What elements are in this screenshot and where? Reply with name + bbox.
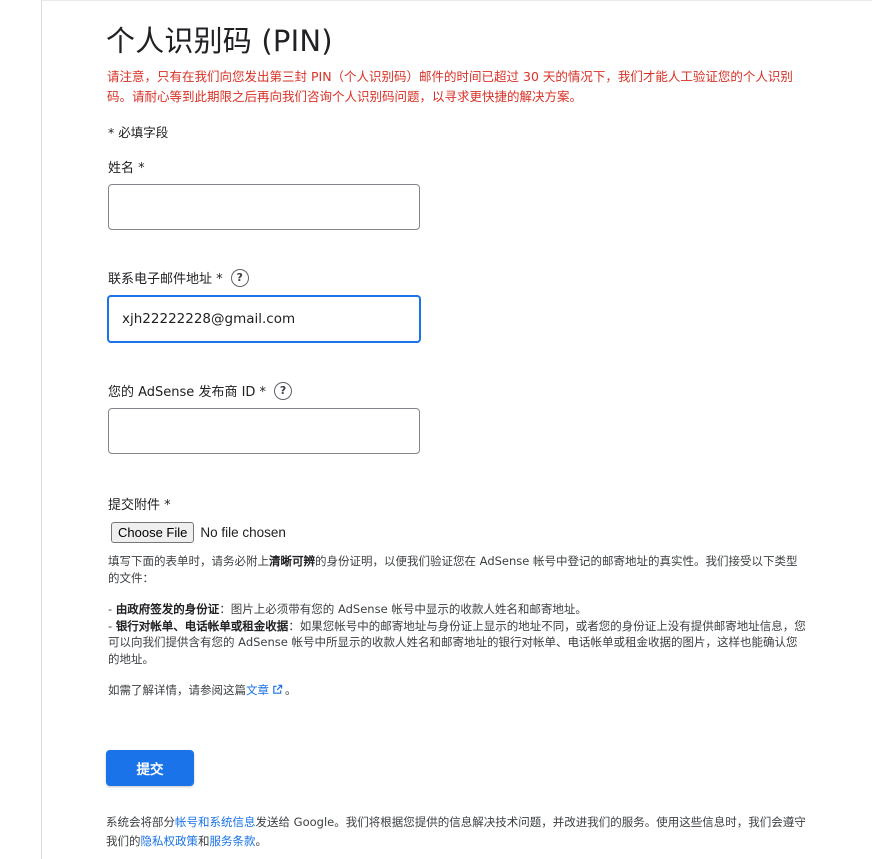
- file-picker: Choose File No file chosen: [111, 522, 286, 543]
- file-status: No file chosen: [200, 525, 286, 540]
- external-link-icon: [273, 684, 283, 694]
- email-label: 联系电子邮件地址 * ?: [108, 268, 249, 287]
- accepted-documents-list: - 由政府签发的身份证：图片上必须带有您的 AdSense 帐号中显示的收款人姓…: [108, 601, 808, 667]
- publisher-id-label: 您的 AdSense 发布商 ID * ?: [108, 381, 293, 400]
- terms-of-service-link[interactable]: 服务条款: [210, 834, 256, 848]
- email-input[interactable]: [107, 295, 421, 343]
- help-circle-icon[interactable]: ?: [274, 381, 293, 400]
- list-item-title: 由政府签发的身份证: [115, 602, 220, 616]
- list-item-text: ：图片上必须带有您的 AdSense 帐号中显示的收款人姓名和邮寄地址。: [219, 602, 587, 616]
- submit-button[interactable]: 提交: [106, 750, 194, 786]
- list-item-title: 银行对帐单、电话帐单或租金收据: [115, 618, 289, 633]
- footer-text: 。: [255, 834, 268, 848]
- email-label-text: 联系电子邮件地址 *: [108, 272, 223, 287]
- required-fields-note: * 必填字段: [108, 125, 169, 140]
- warning-notice: 请注意，只有在我们向您发出第三封 PIN（个人识别码）邮件的时间已超过 30 天…: [107, 69, 793, 104]
- list-item: - 银行对帐单、电话帐单或租金收据：如果您帐号中的邮寄地址与身份证上显示的地址不…: [108, 618, 808, 668]
- list-bullet: -: [108, 602, 116, 616]
- attachment-help-intro: 填写下面的表单时，请务必附上清晰可辨的身份证明，以便我们验证您在 AdSense…: [108, 553, 808, 586]
- privacy-policy-link[interactable]: 隐私权政策: [141, 834, 199, 848]
- account-info-link[interactable]: 帐号和系统信息: [175, 815, 256, 829]
- name-label-text: 姓名 *: [108, 161, 145, 176]
- attachment-label: 提交附件 *: [108, 494, 171, 513]
- more-info-line: 如需了解详情，请参阅这篇文章 。: [108, 682, 808, 699]
- help-intro-text: 填写下面的表单时，请务必附上: [108, 554, 269, 568]
- help-circle-icon[interactable]: ?: [230, 268, 249, 287]
- help-intro-emphasis: 清晰可辨: [269, 554, 315, 568]
- name-input[interactable]: [108, 184, 420, 230]
- left-divider: [41, 0, 42, 859]
- list-item: - 由政府签发的身份证：图片上必须带有您的 AdSense 帐号中显示的收款人姓…: [108, 601, 808, 618]
- choose-file-button[interactable]: Choose File: [111, 522, 195, 543]
- footer-text: 和: [198, 834, 210, 848]
- attachment-label-text: 提交附件 *: [108, 498, 171, 513]
- list-bullet: -: [108, 618, 116, 633]
- name-label: 姓名 *: [108, 157, 145, 176]
- more-info-text: 如需了解详情，请参阅这篇: [108, 683, 246, 697]
- more-info-suffix: 。: [285, 683, 297, 697]
- publisher-id-label-text: 您的 AdSense 发布商 ID *: [108, 385, 267, 400]
- publisher-id-input[interactable]: [108, 408, 420, 454]
- article-link[interactable]: 文章: [246, 683, 269, 697]
- footer-text: 系统会将部分: [106, 815, 175, 829]
- footer-notice: 系统会将部分帐号和系统信息发送给 Google。我们将根据您提供的信息解决技术问…: [106, 813, 816, 851]
- page-title: 个人识别码 (PIN): [106, 24, 333, 58]
- top-divider: [42, 0, 872, 1]
